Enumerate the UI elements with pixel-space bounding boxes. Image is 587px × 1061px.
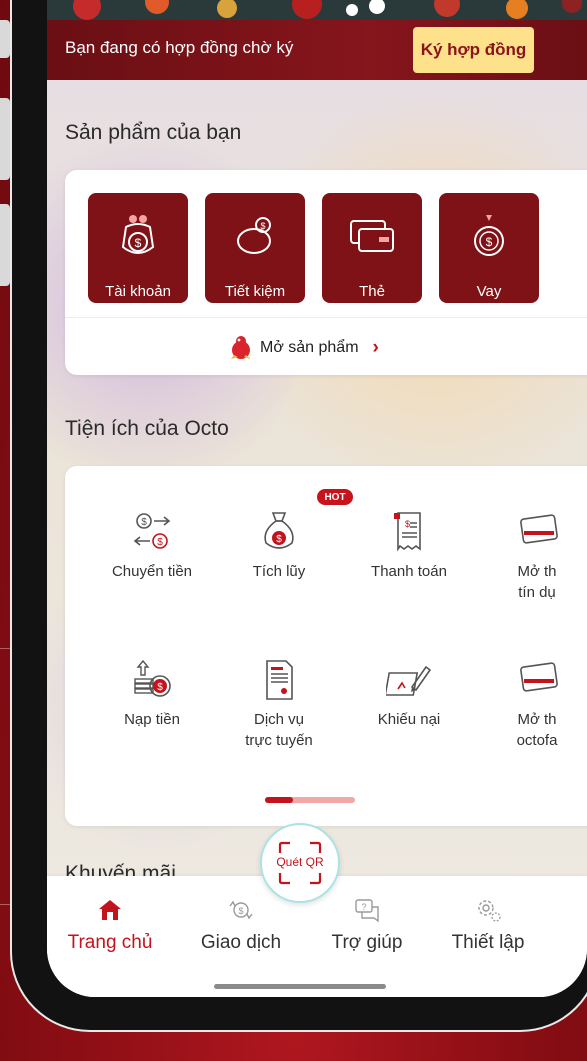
cards-icon bbox=[350, 220, 394, 252]
phone-volume-up-button bbox=[0, 98, 10, 180]
phone-volume-down-button bbox=[0, 204, 10, 286]
settings-icon bbox=[478, 900, 501, 922]
money-bag-icon: $ bbox=[121, 215, 155, 254]
phone-side-button bbox=[0, 20, 10, 58]
scan-qr-button[interactable]: Quét QR bbox=[260, 823, 340, 903]
util-label: Nạp tiền bbox=[124, 711, 180, 728]
util-label: Chuyển tiền bbox=[111, 563, 193, 580]
document-icon bbox=[266, 660, 293, 700]
products-section-title: Sản phẩm của bạn bbox=[65, 121, 242, 144]
complaint-icon bbox=[386, 665, 432, 696]
bill-icon: $ bbox=[394, 512, 421, 552]
tab-label: Trang chủ bbox=[67, 932, 153, 953]
product-label: Thẻ bbox=[359, 283, 385, 300]
util-deposit[interactable]: $ Nạp tiền bbox=[92, 657, 212, 730]
util-payment[interactable]: $ Thanh toán bbox=[349, 509, 469, 582]
utilities-card: HOT $ $ Chuyển tiền $ Tích lũy $ Thanh t… bbox=[65, 466, 587, 826]
home-icon bbox=[99, 900, 121, 920]
home-indicator[interactable] bbox=[214, 984, 386, 989]
loan-bag-icon: $ bbox=[474, 215, 504, 256]
products-card: $ Tài khoản $ Tiết kiệm Thẻ $ Vay Mở sản… bbox=[65, 170, 587, 375]
fast-card-icon bbox=[520, 662, 558, 692]
util-label: Mở th tín dụ bbox=[517, 563, 557, 601]
chevron-right-icon: › bbox=[372, 337, 379, 358]
deposit-icon: $ bbox=[134, 659, 171, 697]
svg-text:$: $ bbox=[238, 906, 243, 916]
open-product-label: Mở sản phẩm bbox=[260, 339, 359, 356]
tab-home[interactable]: Trang chủ bbox=[47, 896, 175, 954]
util-accumulate[interactable]: $ Tích lũy bbox=[219, 509, 339, 582]
piggy-bank-icon: $ bbox=[237, 217, 271, 254]
credit-card-icon bbox=[520, 514, 558, 544]
product-tile-savings[interactable]: $ Tiết kiệm bbox=[205, 193, 305, 303]
svg-text:$: $ bbox=[141, 517, 147, 528]
svg-text:$: $ bbox=[157, 682, 163, 693]
util-transfer[interactable]: $ $ Chuyển tiền bbox=[92, 509, 212, 582]
util-online-services[interactable]: Dịch vụ trực tuyến bbox=[219, 657, 339, 751]
sign-contract-button[interactable]: Ký hợp đồng bbox=[413, 27, 534, 73]
transfer-icon: $ $ bbox=[133, 513, 171, 549]
tab-transactions[interactable]: $ Giao dịch bbox=[176, 896, 306, 954]
util-label: Mở th octofa bbox=[516, 711, 558, 749]
transaction-icon: $ bbox=[229, 900, 253, 920]
festive-banner-art bbox=[47, 0, 587, 20]
svg-text:$: $ bbox=[157, 537, 163, 548]
svg-text:$: $ bbox=[276, 534, 282, 545]
product-label: Vay bbox=[476, 283, 502, 300]
pending-contract-text: Bạn đang có hợp đồng chờ ký bbox=[65, 38, 294, 57]
contract-banner: Bạn đang có hợp đồng chờ ký Ký hợp đồng bbox=[47, 0, 587, 80]
help-icon: ? bbox=[355, 899, 379, 923]
svg-text:?: ? bbox=[361, 902, 366, 912]
scan-qr-label: Quét QR bbox=[276, 855, 324, 869]
util-label: Thanh toán bbox=[371, 563, 447, 580]
tab-label: Trợ giúp bbox=[331, 932, 403, 953]
svg-text:$: $ bbox=[135, 236, 142, 250]
util-open-credit-card[interactable]: Mở th tín dụ bbox=[477, 509, 587, 603]
pagination-active-dot bbox=[265, 797, 293, 803]
tab-settings[interactable]: Thiết lập bbox=[423, 896, 553, 954]
hot-badge: HOT bbox=[317, 489, 353, 505]
svg-text:$: $ bbox=[260, 221, 265, 231]
tab-label: Giao dịch bbox=[200, 932, 282, 953]
utilities-section-title: Tiện ích của Octo bbox=[65, 417, 229, 440]
util-label: Dịch vụ trực tuyến bbox=[245, 711, 313, 749]
util-open-octofast[interactable]: Mở th octofa bbox=[477, 657, 587, 751]
product-tile-account[interactable]: $ Tài khoản bbox=[88, 193, 188, 303]
product-tile-loan[interactable]: $ Vay bbox=[439, 193, 539, 303]
util-complaint[interactable]: Khiếu nại bbox=[349, 657, 469, 730]
util-label: Khiếu nại bbox=[377, 711, 441, 728]
app-screen: Bạn đang có hợp đồng chờ ký Ký hợp đồng … bbox=[47, 0, 587, 997]
product-label: Tiết kiệm bbox=[224, 283, 286, 300]
product-tile-card[interactable]: Thẻ bbox=[322, 193, 422, 303]
divider bbox=[65, 317, 587, 318]
savings-bag-icon: $ bbox=[264, 512, 294, 549]
product-label: Tài khoản bbox=[105, 283, 171, 300]
util-label: Tích lũy bbox=[252, 563, 306, 580]
pagination-indicator bbox=[265, 797, 355, 803]
svg-text:$: $ bbox=[486, 235, 493, 249]
tab-label: Thiết lập bbox=[451, 932, 525, 953]
svg-text:$: $ bbox=[405, 519, 410, 529]
mascot-icon bbox=[231, 336, 251, 359]
tab-help[interactable]: ? Trợ giúp bbox=[302, 896, 432, 954]
open-product-link[interactable]: Mở sản phẩm › bbox=[228, 333, 379, 363]
